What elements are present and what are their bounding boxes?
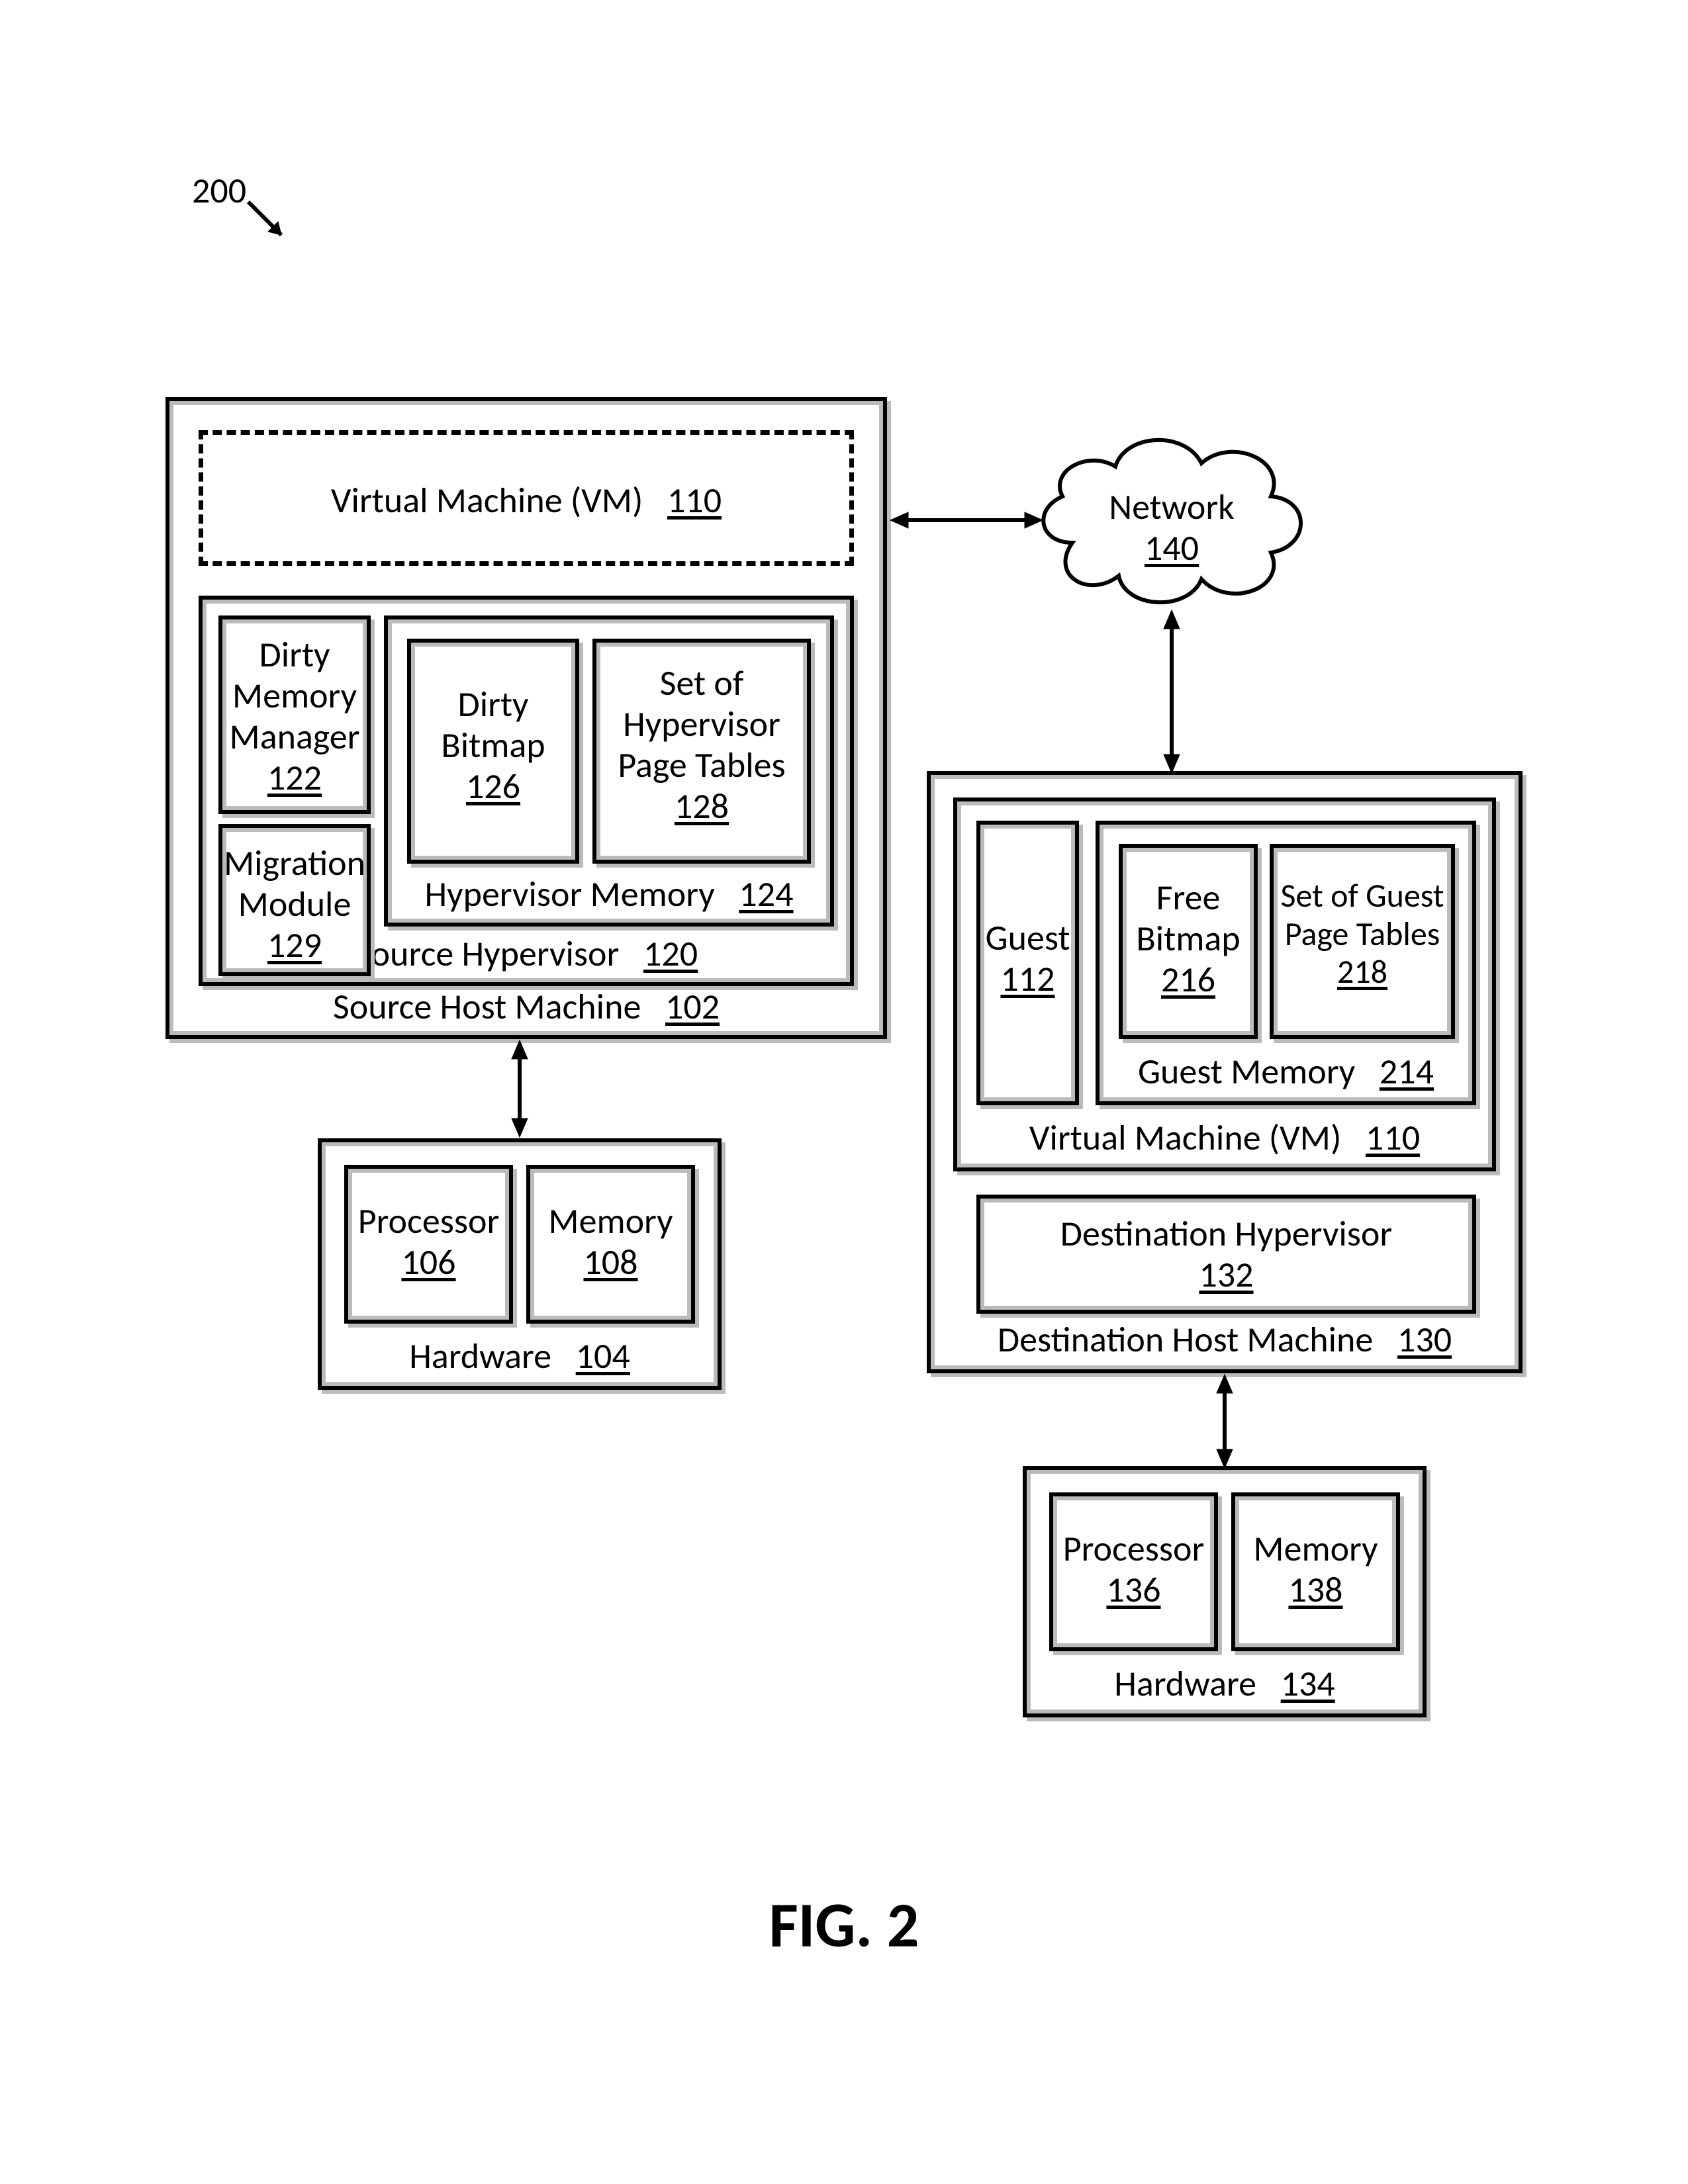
gpt-ref: 218 bbox=[1337, 952, 1387, 992]
figure-ref-label: 200 bbox=[192, 169, 246, 212]
hvmem-ref: 124 bbox=[739, 872, 793, 916]
source-mem-ref: 108 bbox=[583, 1240, 637, 1284]
guest: Guest 112 bbox=[976, 821, 1079, 1105]
dirty-mgr-l1: Dirty bbox=[259, 633, 330, 676]
migration-l2: Module bbox=[238, 882, 352, 926]
gmem-ref: 214 bbox=[1380, 1050, 1434, 1093]
source-vm-title: Virtual Machine (VM) bbox=[331, 478, 643, 522]
gmem-title: Guest Memory bbox=[1138, 1050, 1355, 1093]
dest-proc-ref: 136 bbox=[1106, 1568, 1160, 1612]
hvpt-ref: 128 bbox=[675, 784, 729, 828]
dest-host-title: Destination Host Machine bbox=[998, 1318, 1373, 1361]
dest-mem-ref: 138 bbox=[1288, 1568, 1342, 1612]
source-hw-title: Hardware bbox=[409, 1334, 551, 1378]
dest-processor: Processor 136 bbox=[1049, 1492, 1218, 1651]
arrow-network-to-dest-icon bbox=[1152, 609, 1192, 774]
dest-proc-l1: Processor bbox=[1063, 1527, 1205, 1570]
source-hypervisor-title: Source Hypervisor bbox=[355, 932, 619, 976]
migration-l1: Migration bbox=[224, 841, 365, 885]
hvpt-l3: Page Tables bbox=[618, 743, 785, 787]
dirty-bitmap-ref: 126 bbox=[466, 764, 520, 808]
gpt-l1: Set of Guest bbox=[1281, 876, 1444, 916]
gpt-l2: Page Tables bbox=[1285, 914, 1440, 954]
source-hw-ref: 104 bbox=[576, 1334, 630, 1378]
source-host-title: Source Host Machine bbox=[333, 985, 641, 1028]
hvpt-l2: Hypervisor bbox=[623, 702, 780, 746]
free-bitmap: Free Bitmap 216 bbox=[1119, 844, 1258, 1039]
figref-arrow-icon bbox=[245, 199, 298, 251]
dirty-mgr-l3: Manager bbox=[230, 715, 360, 758]
source-host-ref: 102 bbox=[665, 985, 720, 1028]
free-bitmap-ref: 216 bbox=[1161, 958, 1215, 1001]
dirty-mgr-l2: Memory bbox=[232, 674, 357, 717]
source-vm-dashed: Virtual Machine (VM) 110 bbox=[199, 430, 854, 566]
dirty-memory-manager: Dirty Memory Manager 122 bbox=[218, 615, 371, 814]
dest-hw-ref: 134 bbox=[1281, 1662, 1335, 1706]
hvmem-title: Hypervisor Memory bbox=[424, 872, 714, 916]
figure-caption: FIG. 2 bbox=[0, 1886, 1688, 1964]
arrow-source-to-hw-icon bbox=[500, 1039, 539, 1138]
source-proc-ref: 106 bbox=[401, 1240, 455, 1284]
dest-vm-title: Virtual Machine (VM) bbox=[1029, 1116, 1341, 1160]
network-ref: 140 bbox=[1145, 526, 1199, 570]
source-memory: Memory 108 bbox=[526, 1165, 695, 1324]
source-processor: Processor 106 bbox=[344, 1165, 513, 1324]
hypervisor-page-tables: Set of Hypervisor Page Tables 128 bbox=[592, 639, 811, 864]
dest-memory: Memory 138 bbox=[1231, 1492, 1400, 1651]
network-cloud: Network 140 bbox=[1026, 410, 1317, 629]
source-vm-ref: 110 bbox=[667, 478, 722, 522]
guest-ref: 112 bbox=[1000, 957, 1055, 1001]
source-mem-l1: Memory bbox=[548, 1199, 673, 1243]
dest-hw-title: Hardware bbox=[1114, 1662, 1256, 1706]
dest-mem-l1: Memory bbox=[1253, 1527, 1378, 1570]
guest-page-tables: Set of Guest Page Tables 218 bbox=[1270, 844, 1455, 1039]
dirty-bitmap: Dirty Bitmap 126 bbox=[407, 639, 579, 864]
migration-ref: 129 bbox=[267, 923, 322, 967]
dest-hyp-l1: Destination Hypervisor bbox=[1060, 1212, 1392, 1255]
destination-hypervisor: Destination Hypervisor 132 bbox=[976, 1195, 1476, 1314]
dirty-bitmap-l2: Bitmap bbox=[441, 723, 545, 767]
dest-hyp-ref: 132 bbox=[1199, 1253, 1253, 1297]
free-bitmap-l1: Free bbox=[1156, 876, 1221, 919]
dirty-mgr-ref: 122 bbox=[267, 756, 322, 799]
dest-host-ref: 130 bbox=[1397, 1318, 1452, 1361]
source-proc-l1: Processor bbox=[358, 1199, 500, 1243]
dest-vm-ref: 110 bbox=[1366, 1116, 1420, 1160]
source-hypervisor-ref: 120 bbox=[643, 932, 698, 976]
dirty-bitmap-l1: Dirty bbox=[458, 682, 529, 726]
arrow-source-to-network-icon bbox=[887, 500, 1046, 540]
guest-l1: Guest bbox=[986, 916, 1070, 960]
hvpt-l1: Set of bbox=[660, 661, 744, 705]
migration-module: Migration Module 129 bbox=[218, 824, 371, 976]
arrow-dest-to-hw-icon bbox=[1205, 1373, 1244, 1469]
network-title: Network bbox=[1109, 485, 1234, 529]
free-bitmap-l2: Bitmap bbox=[1136, 917, 1240, 960]
page: 200 Network 140 Source Host Machine 102 … bbox=[0, 0, 1688, 2184]
